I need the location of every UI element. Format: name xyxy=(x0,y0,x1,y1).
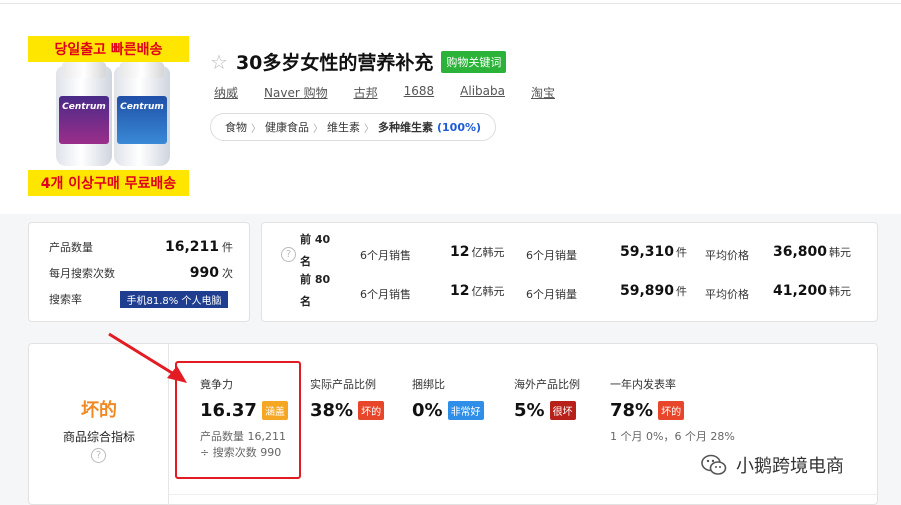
help-icon[interactable]: ? xyxy=(91,448,106,463)
qty-label-1: 6个月销量 xyxy=(526,249,577,262)
chevron-right-icon: 〉 xyxy=(364,123,374,135)
sales-label-1: 6个月销售 xyxy=(360,249,411,262)
rank-80-label: 前 80 xyxy=(300,273,331,286)
overall-label: 商品综合指标 xyxy=(62,430,135,444)
bottle-left: Centrum xyxy=(56,62,112,166)
metric-value: 78% xyxy=(610,400,654,421)
monthly-search-row: 每月搜索次数 990 次 xyxy=(49,265,233,281)
watermark: 小鹅跨境电商 xyxy=(700,452,844,478)
metric-value: 38% xyxy=(310,400,354,421)
sales-value-2: 12 亿韩元 xyxy=(450,283,505,299)
summary-card: 产品数量 16,211 件 每月搜索次数 990 次 搜索率 手机81.8% 个人电… xyxy=(28,222,250,322)
bottle-brand-left: Centrum xyxy=(62,102,106,112)
help-icon[interactable]: ? xyxy=(281,247,296,262)
chevron-right-icon: 〉 xyxy=(251,123,261,135)
overall-rating: 坏的 xyxy=(81,400,117,421)
search-rate-tag: 手机81.8% 个人电脑 xyxy=(120,291,228,308)
link-naver[interactable]: 纳威 xyxy=(214,84,238,101)
metric-tag: 坏的 xyxy=(658,401,685,420)
metric-label: 实际产品比例 xyxy=(310,378,376,391)
keyword-badge: 购物关键词 xyxy=(441,50,507,73)
qty-label-2: 6个月销量 xyxy=(526,288,577,301)
product-count-value: 16,211 xyxy=(164,239,219,255)
bottle-brand-right: Centrum xyxy=(120,102,164,112)
qty-value-2: 59,890 件 xyxy=(620,283,688,299)
sales-value-1: 12 亿韩元 xyxy=(450,244,505,260)
link-taobao[interactable]: 淘宝 xyxy=(531,84,555,101)
link-1688[interactable]: 1688 xyxy=(404,84,435,101)
metric-tag: 非常好 xyxy=(447,401,484,420)
breadcrumb: 食物 〉 健康食品 〉 维生素 〉 多种维生素 (100%) xyxy=(210,113,497,141)
product-image[interactable]: 당일출고 빠른배송 Centrum Centrum 4개 이상구매 무료배송 xyxy=(28,36,189,196)
wechat-icon xyxy=(701,454,727,475)
star-icon[interactable]: ☆ xyxy=(210,50,228,74)
sales-label-2: 6个月销售 xyxy=(360,288,411,301)
crumb-percent: (100%) xyxy=(437,120,482,134)
metric-bundle-ratio: 捆绑比 0% 非常好 xyxy=(412,376,484,421)
metric-yearly-launch: 一年内发表率 78% 坏的 1 个月 0%，6 个月 28% xyxy=(610,376,735,445)
metric-overseas-ratio: 海外产品比例 5% 很坏 xyxy=(514,376,580,421)
image-banner-bottom: 4개 이상구매 무료배송 xyxy=(28,170,189,196)
image-banner-top: 당일출고 빠른배송 xyxy=(28,36,189,62)
crumb-multivitamin[interactable]: 多种维生素 xyxy=(378,119,433,135)
annotation-arrow-icon xyxy=(108,332,187,383)
metric-actual-ratio: 实际产品比例 38% 坏的 xyxy=(310,376,385,421)
rank-80: 前 80 名 xyxy=(300,269,340,313)
rank-80-suffix: 名 xyxy=(300,295,311,308)
rank-40-label: 前 40 xyxy=(300,233,331,246)
metric-value: 0% xyxy=(412,400,443,421)
platform-links: 纳威 Naver 购物 古邦 1688 Alibaba 淘宝 xyxy=(214,84,581,101)
link-naver-shopping[interactable]: Naver 购物 xyxy=(264,84,328,101)
metric-tag: 坏的 xyxy=(358,401,385,420)
product-count-unit: 件 xyxy=(222,241,233,254)
qty-value-1: 59,310 件 xyxy=(620,244,688,260)
bottle-right: Centrum xyxy=(114,62,170,166)
metric-label: 捆绑比 xyxy=(412,378,445,391)
divider xyxy=(169,494,879,495)
crumb-food[interactable]: 食物 xyxy=(225,119,247,135)
avg-value-2: 41,200 韩元 xyxy=(773,283,852,299)
avg-label-2: 平均价格 xyxy=(705,288,749,301)
metric-sub: 1 个月 0%，6 个月 28% xyxy=(610,430,735,443)
monthly-search-value: 990 xyxy=(189,265,219,281)
crumb-vitamin[interactable]: 维生素 xyxy=(327,119,360,135)
metric-value: 5% xyxy=(514,400,545,421)
metric-label: 一年内发表率 xyxy=(610,378,676,391)
avg-label-1: 平均价格 xyxy=(705,249,749,262)
monthly-search-label: 每月搜索次数 xyxy=(49,267,115,280)
link-coupang[interactable]: 古邦 xyxy=(354,84,378,101)
metric-tag: 很坏 xyxy=(549,401,576,420)
title-row: ☆ 30多岁女性的营养补充 购物关键词 xyxy=(210,48,507,75)
rank-40: 前 40 名 xyxy=(300,229,340,273)
product-header: 당일출고 빠른배송 Centrum Centrum 4개 이상구매 무료배송 ☆… xyxy=(0,4,901,214)
link-alibaba[interactable]: Alibaba xyxy=(460,84,505,101)
crumb-health[interactable]: 健康食品 xyxy=(265,119,309,135)
product-count-row: 产品数量 16,211 件 xyxy=(49,239,233,255)
page-title: 30多岁女性的营养补充 xyxy=(235,52,434,74)
ranking-card: ? 前 40 名 6个月销售 12 亿韩元 6个月销量 59,310 件 平均价格 … xyxy=(261,222,878,322)
chevron-right-icon: 〉 xyxy=(313,123,323,135)
monthly-search-unit: 次 xyxy=(222,267,233,280)
search-rate-label: 搜索率 xyxy=(49,293,82,306)
watermark-text: 小鹅跨境电商 xyxy=(736,456,844,477)
avg-value-1: 36,800 韩元 xyxy=(773,244,852,260)
metric-label: 海外产品比例 xyxy=(514,378,580,391)
product-count-label: 产品数量 xyxy=(49,241,93,254)
